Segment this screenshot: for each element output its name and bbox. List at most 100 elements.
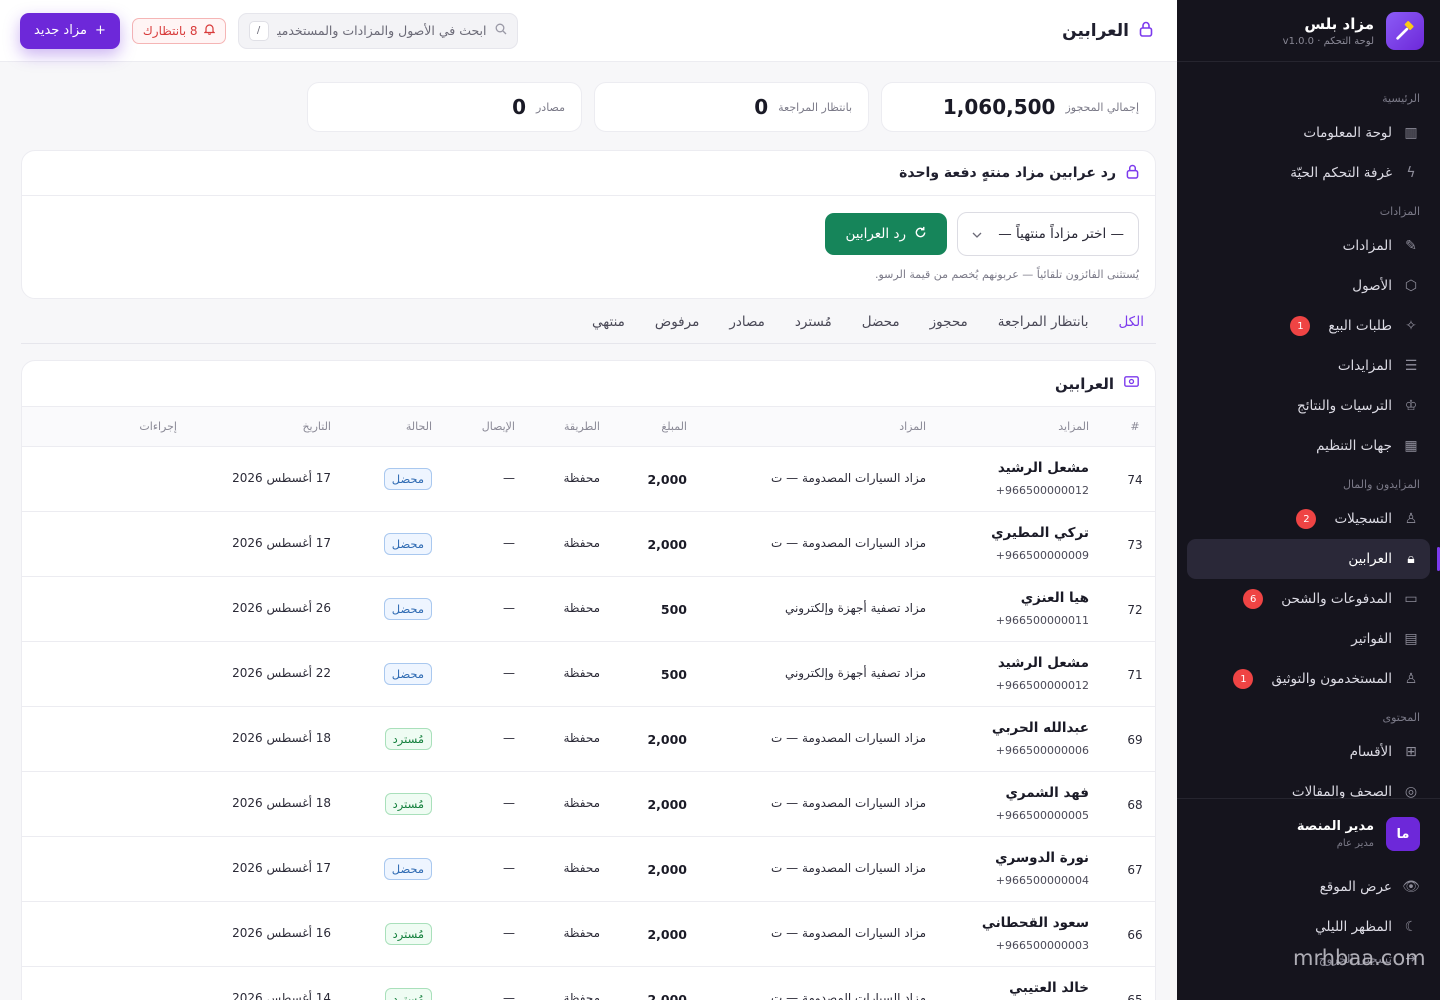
sidebar-item[interactable]: ☰ المزايدات	[1187, 346, 1430, 386]
sidebar-item[interactable]: ⬡ الأصول	[1187, 266, 1430, 306]
topbar: العرابين ابحث في الأصول والمزادات والمست…	[0, 0, 1177, 62]
refund-deposits-button[interactable]: رد العرابين	[825, 213, 947, 255]
col-bidder[interactable]: المزايد	[939, 420, 1089, 433]
sidebar-item[interactable]: ✎ المزادات	[1187, 226, 1430, 266]
bidder-name: نورة الدوسري	[995, 850, 1089, 866]
sidebar-item[interactable]: ♙ المستخدمون والتوثيق 1	[1187, 659, 1430, 699]
status-badge: محضل	[383, 598, 432, 620]
sidebar-item[interactable]: ♔ الترسيات والنتائج	[1187, 386, 1430, 426]
sidebar-item[interactable]: ▭ المدفوعات والشحن 6	[1187, 579, 1430, 619]
bidder-cell[interactable]: مشعل الرشيد +966500000012	[939, 460, 1089, 497]
bidder-cell[interactable]: نورة الدوسري +966500000004	[939, 850, 1089, 887]
bidder-name: هيا العنزي	[1020, 590, 1089, 606]
col-status[interactable]: الحالة	[372, 420, 432, 433]
avatar: ما	[1386, 817, 1420, 851]
select-value: — اختر مزاداً منتهياً —	[998, 226, 1124, 242]
bidder-name: عبدالله الحربي	[991, 720, 1089, 736]
sidebar-item-label: التسجيلات	[1334, 511, 1392, 527]
col-method[interactable]: الطريقة	[540, 420, 600, 433]
bidder-name: مشعل الرشيد	[997, 655, 1089, 671]
new-auction-button[interactable]: + مزاد جديد	[20, 12, 120, 49]
refund-hint: يُستثنى الفائزون تلقائياً — عربونهم يُخص…	[875, 268, 1139, 281]
notification-badge: 1	[1233, 669, 1254, 689]
brand-logo-icon[interactable]	[1386, 11, 1424, 50]
sidebar-item-label: طلبات البيع	[1328, 318, 1392, 334]
table-row[interactable]: 69 عبدالله الحربي +966500000006 مزاد الس…	[22, 707, 1155, 772]
tab[interactable]: محجوز	[930, 314, 968, 330]
auction-name[interactable]: مزاد السيارات المصدومة — ت	[676, 861, 926, 875]
col-amount[interactable]: المبلغ	[607, 420, 687, 433]
auction-name[interactable]: مزاد السيارات المصدومة — ت	[676, 731, 926, 745]
auction-name[interactable]: مزاد السيارات المصدومة — ت	[676, 926, 926, 940]
tab[interactable]: بانتظار المراجعة	[998, 314, 1089, 330]
sidebar-item[interactable]: ✧ طلبات البيع 1	[1187, 306, 1430, 346]
bidder-cell[interactable]: عبدالله الحربي +966500000006	[939, 720, 1089, 757]
status-cell: مُسترد	[372, 923, 432, 945]
col-auction[interactable]: المزاد	[676, 420, 926, 433]
view-site-button[interactable]: 👁 عرض الموقع	[1187, 867, 1430, 907]
dark-mode-toggle[interactable]: ☾ المظهر الليلي	[1187, 907, 1430, 947]
tab[interactable]: مرفوض	[655, 314, 699, 330]
bidder-cell[interactable]: سعود القحطاني +966500000003	[939, 915, 1089, 952]
bidder-cell[interactable]: تركي المطيري +966500000009	[939, 525, 1089, 562]
tab[interactable]: منتهي	[592, 314, 625, 330]
table-row[interactable]: 65 خالد العتيبي +966500000002 مزاد السيا…	[22, 967, 1155, 1000]
user-name: مدير المنصة	[1296, 819, 1374, 834]
sidebar-item[interactable]: ▥ لوحة المعلومات	[1187, 113, 1430, 153]
sidebar-item[interactable]: ▤ الفواتير	[1187, 619, 1430, 659]
receipt: —	[503, 536, 515, 550]
bidder-cell[interactable]: فهد الشمري +966500000005	[939, 785, 1089, 822]
sidebar-item[interactable]: ▦ جهات التنظيم	[1187, 426, 1430, 466]
status-badge: محضل	[383, 858, 432, 880]
auction-name[interactable]: مزاد السيارات المصدومة — ت	[676, 536, 926, 550]
table-row[interactable]: 67 نورة الدوسري +966500000004 مزاد السيا…	[22, 837, 1155, 902]
auction-name[interactable]: مزاد تصفية أجهزة وإلكتروني	[676, 601, 926, 615]
sidebar-item-label: العرابين	[1348, 551, 1392, 567]
ended-auction-select[interactable]: — اختر مزاداً منتهياً —	[957, 212, 1139, 256]
sidebar-item-label: المزايدات	[1337, 358, 1392, 374]
table-row[interactable]: 66 سعود القحطاني +966500000003 مزاد السي…	[22, 902, 1155, 967]
auction-name[interactable]: مزاد السيارات المصدومة — ت	[676, 991, 926, 1000]
table-row[interactable]: 71 مشعل الرشيد +966500000012 مزاد تصفية …	[22, 642, 1155, 707]
table-row[interactable]: 73 تركي المطيري +966500000009 مزاد السيا…	[22, 512, 1155, 577]
bidder-cell[interactable]: هيا العنزي +966500000011	[939, 590, 1089, 627]
status-badge: محضل	[383, 663, 432, 685]
table-title-text: العرابين	[1055, 374, 1114, 393]
row-number: 66	[1127, 928, 1143, 942]
date: 17 أغسطس 2026	[232, 471, 331, 485]
auction-name[interactable]: مزاد تصفية أجهزة وإلكتروني	[676, 666, 926, 680]
bulk-refund-title: رد عرابين مزاد منتهٍ دفعة واحدة	[899, 165, 1116, 181]
sidebar-item[interactable]: ϟ غرفة التحكم الحيّة	[1187, 153, 1430, 193]
tab[interactable]: مُسترد	[795, 314, 832, 330]
pending-notifications-button[interactable]: 8 بانتظارك	[131, 17, 226, 44]
bidder-name: مشعل الرشيد	[997, 460, 1089, 476]
grid-icon: ⊞	[1405, 744, 1417, 760]
bidder-cell[interactable]: خالد العتيبي +966500000002	[939, 980, 1089, 1000]
tab[interactable]: الكل	[1118, 314, 1144, 330]
payment-method: محفظة	[563, 991, 600, 1000]
table-row[interactable]: 74 مشعل الرشيد +966500000012 مزاد السيار…	[22, 447, 1155, 512]
sidebar-item[interactable]: ♙ التسجيلات 2	[1187, 499, 1430, 539]
auction-name[interactable]: مزاد السيارات المصدومة — ت	[676, 796, 926, 810]
page-title-text: العرابين	[1062, 20, 1129, 41]
user-profile[interactable]: ما مدير المنصة مدير عام	[1187, 813, 1430, 867]
table-title: العرابين	[22, 361, 1155, 407]
row-number: 69	[1127, 733, 1143, 747]
plus-icon: +	[94, 23, 106, 38]
table-row[interactable]: 68 فهد الشمري +966500000005 مزاد السيارا…	[22, 772, 1155, 837]
receipt: —	[503, 861, 515, 875]
auction-name[interactable]: مزاد السيارات المصدومة — ت	[676, 471, 926, 485]
tab[interactable]: مصادر	[729, 314, 765, 330]
col-date[interactable]: التاريخ	[221, 420, 331, 433]
sidebar-item-label: الترسيات والنتائج	[1296, 398, 1392, 414]
search-input[interactable]: ابحث في الأصول والمزادات والمستخدمين... …	[237, 12, 518, 49]
table-row[interactable]: 72 هيا العنزي +966500000011 مزاد تصفية أ…	[22, 577, 1155, 642]
bidder-phone: +966500000012	[995, 679, 1089, 692]
bidder-cell[interactable]: مشعل الرشيد +966500000012	[939, 655, 1089, 692]
tab[interactable]: محضل	[862, 314, 900, 330]
sidebar-item[interactable]: ⊞ الأقسام	[1187, 732, 1430, 772]
cash-icon	[1124, 376, 1139, 391]
sidebar-item[interactable]: 🔒︎ العرابين	[1187, 539, 1440, 579]
building-icon: ▦	[1404, 438, 1418, 454]
date: 18 أغسطس 2026	[232, 731, 331, 745]
